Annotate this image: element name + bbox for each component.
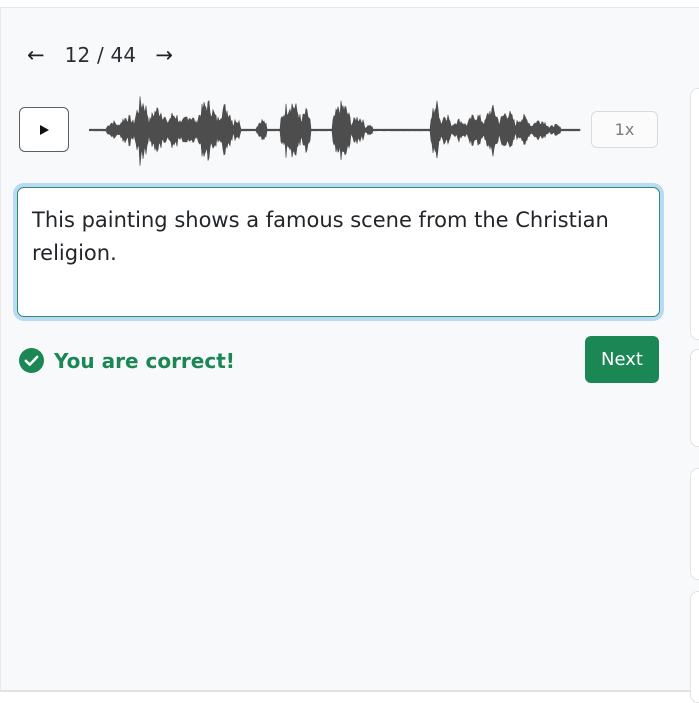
feedback-message: You are correct!	[19, 348, 235, 373]
next-button[interactable]: Next	[585, 336, 659, 383]
audio-waveform[interactable]	[89, 94, 581, 170]
previous-arrow-icon[interactable]: ←	[27, 44, 45, 66]
question-navigation: ← 12 / 44 →	[27, 40, 173, 70]
answer-textarea[interactable]: This painting shows a famous scene from …	[17, 187, 660, 317]
side-card	[690, 468, 699, 580]
playback-speed-button[interactable]: 1x	[591, 111, 658, 148]
side-card	[690, 591, 699, 703]
play-icon	[40, 124, 49, 135]
side-card	[690, 349, 699, 447]
next-arrow-icon[interactable]: →	[155, 44, 173, 66]
check-circle-icon	[19, 348, 44, 373]
side-card	[690, 88, 699, 340]
play-button[interactable]	[19, 107, 69, 152]
question-counter: 12 / 44	[64, 43, 137, 67]
exercise-panel: ← 12 / 44 → 1x This painting shows a fam…	[0, 7, 699, 703]
feedback-text: You are correct!	[54, 348, 235, 373]
